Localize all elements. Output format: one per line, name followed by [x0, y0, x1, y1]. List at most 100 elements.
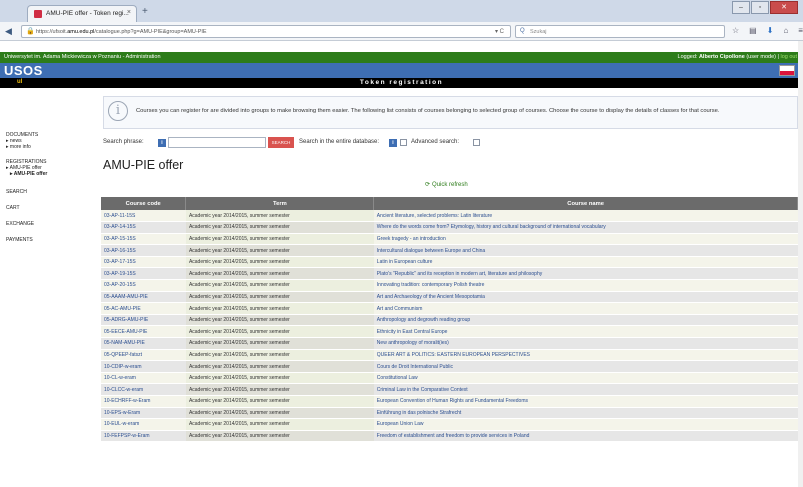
course-code-link[interactable]: 10-ECHRFF-w-Eram	[101, 395, 186, 408]
table-row[interactable]: 10-CL-w-eram Academic year 2014/2015, sum…	[101, 372, 798, 385]
entire-database-label: Search in the entire database:	[299, 139, 380, 145]
course-code-link[interactable]: 03-AP-15-15S	[101, 233, 186, 246]
course-name-link[interactable]: New anthropology of moralit(ies)	[373, 337, 798, 350]
table-row[interactable]: 03-AP-15-15S Academic year 2014/2015, sum…	[101, 233, 798, 246]
back-arrow-icon[interactable]: ◀	[5, 26, 12, 37]
table-row[interactable]: 03-AP-19-15S Academic year 2014/2015, sum…	[101, 267, 798, 281]
minimize-button[interactable]: –	[732, 1, 750, 14]
course-code-link[interactable]: 03-AP-16-15S	[101, 244, 186, 257]
course-name-link[interactable]: Cours de Droit International Public	[373, 360, 798, 373]
close-tab-icon[interactable]: ×	[127, 9, 131, 16]
course-name-link[interactable]: European Union Law	[373, 418, 798, 431]
browser-search-box[interactable]: Q Szukaj	[515, 25, 725, 38]
course-name-link[interactable]: Intercultural dialogue between Europe an…	[373, 244, 798, 257]
course-code-link[interactable]: 03-AP-14-15S	[101, 221, 186, 234]
course-name-link[interactable]: Art and Communism	[373, 302, 798, 315]
course-code-link[interactable]: 10-CL-w-eram	[101, 372, 186, 385]
table-row[interactable]: 10-FEFPSP-w-Eram Academic year 2014/2015,…	[101, 430, 798, 443]
search-button[interactable]: SEARCH	[268, 137, 294, 148]
help-icon[interactable]: i	[389, 139, 397, 147]
course-name-link[interactable]: Ethnicity in East Central Europe	[373, 325, 798, 339]
table-row[interactable]: 05-NAM-AMU-PIE Academic year 2014/2015, s…	[101, 337, 798, 350]
course-name-link[interactable]: Latin in European culture	[373, 256, 798, 269]
course-code-link[interactable]: 03-AP-11-15S	[101, 210, 186, 223]
table-row[interactable]: 10-CDIP-w-eram Academic year 2014/2015, s…	[101, 360, 798, 373]
sidebar-item-cart[interactable]: CART	[6, 205, 20, 211]
sidebar-item-more-info[interactable]: ▸ more info	[6, 144, 31, 150]
course-code-link[interactable]: 05-AC-AMU-PIE	[101, 302, 186, 315]
logout-link[interactable]: log out	[780, 54, 797, 60]
new-tab-button[interactable]: +	[142, 6, 148, 17]
info-icon: i	[108, 101, 128, 121]
course-code-link[interactable]: 10-EPS-w-Eram	[101, 407, 186, 420]
course-name-link[interactable]: European Convention of Human Rights and …	[373, 395, 798, 408]
table-row[interactable]: 05-QPEEP-fatszt Academic year 2014/2015, …	[101, 349, 798, 362]
course-code-link[interactable]: 03-AP-20-15S	[101, 279, 186, 292]
maximize-button[interactable]: ▫	[751, 1, 769, 14]
course-code-link[interactable]: 05-ADRG-AMU-PIE	[101, 314, 186, 327]
table-row[interactable]: 10-EPS-w-Eram Academic year 2014/2015, su…	[101, 407, 798, 420]
course-name-link[interactable]: Constitutional Law	[373, 372, 798, 385]
table-row[interactable]: 03-AP-17-15S Academic year 2014/2015, sum…	[101, 256, 798, 269]
sidebar-item-amu-pie-offer-active[interactable]: ▸ AMU-PIE offer	[10, 171, 47, 177]
course-name-link[interactable]: Criminal Law in the Comparative Context	[373, 383, 798, 396]
table-row[interactable]: 05-EECE-AMU-PIE Academic year 2014/2015, …	[101, 325, 798, 339]
course-code-link[interactable]: 10-EUL-w-eram	[101, 418, 186, 431]
tab-title: AMU-PIE offer - Token regi...	[46, 10, 129, 17]
course-code-link[interactable]: 10-CLCC-w-eram	[101, 383, 186, 396]
quick-refresh-link[interactable]: ⟳ Quick refresh	[425, 181, 468, 188]
close-window-button[interactable]: ✕	[770, 1, 798, 14]
course-name-link[interactable]: Plato's "Republic" and its reception in …	[373, 267, 798, 281]
table-row[interactable]: 05-AC-AMU-PIE Academic year 2014/2015, su…	[101, 302, 798, 315]
course-code-link[interactable]: 03-AP-17-15S	[101, 256, 186, 269]
course-code-link[interactable]: 10-FEFPSP-w-Eram	[101, 430, 186, 443]
column-header-term[interactable]: Term	[185, 197, 375, 210]
course-name-link[interactable]: Greek tragedy - an introduction	[373, 233, 798, 246]
term-cell: Academic year 2014/2015, summer semester	[185, 325, 374, 339]
column-header-course-name[interactable]: Course name	[373, 197, 798, 210]
sidebar-item-payments[interactable]: PAYMENTS	[6, 237, 33, 243]
table-row[interactable]: 10-CLCC-w-eram Academic year 2014/2015, s…	[101, 383, 798, 396]
home-icon[interactable]: ⌂	[783, 26, 788, 35]
bookmark-star-icon[interactable]: ☆	[732, 26, 739, 35]
menu-icon[interactable]: ≡	[798, 26, 803, 35]
course-name-link[interactable]: QUEER ART & POLITICS: EASTERN EUROPEAN P…	[373, 349, 798, 362]
course-code-link[interactable]: 10-CDIP-w-eram	[101, 360, 186, 373]
course-name-link[interactable]: Ancient literature, selected problems: L…	[373, 210, 798, 223]
bookmarks-list-icon[interactable]: ▤	[749, 26, 757, 35]
polish-flag-icon[interactable]	[779, 65, 795, 76]
course-code-link[interactable]: 03-AP-19-15S	[101, 267, 186, 281]
course-code-link[interactable]: 05-NAM-AMU-PIE	[101, 337, 186, 350]
table-row[interactable]: 10-EUL-w-eram Academic year 2014/2015, su…	[101, 418, 798, 431]
table-row[interactable]: 03-AP-14-15S Academic year 2014/2015, sum…	[101, 221, 798, 234]
column-header-course-code[interactable]: Course code	[101, 197, 187, 210]
help-icon[interactable]: i	[158, 139, 166, 147]
course-code-link[interactable]: 05-EECE-AMU-PIE	[101, 325, 186, 339]
course-name-link[interactable]: Innovating tradition: contemporary Polis…	[373, 279, 798, 292]
course-name-link[interactable]: Einführung in das polnische Strafrecht	[373, 407, 798, 420]
table-row[interactable]: 03-AP-16-15S Academic year 2014/2015, sum…	[101, 244, 798, 257]
course-code-link[interactable]: 05-AAAM-AMU-PIE	[101, 291, 186, 304]
table-row[interactable]: 05-AAAM-AMU-PIE Academic year 2014/2015, …	[101, 291, 798, 304]
table-row[interactable]: 03-AP-20-15S Academic year 2014/2015, sum…	[101, 279, 798, 292]
term-cell: Academic year 2014/2015, summer semester	[185, 221, 374, 234]
download-icon[interactable]: ⬇	[767, 26, 774, 35]
course-name-link[interactable]: Anthropology and degrowth reading group	[373, 314, 798, 327]
table-row[interactable]: 10-ECHRFF-w-Eram Academic year 2014/2015,…	[101, 395, 798, 408]
browser-tab[interactable]: AMU-PIE offer - Token regi... ×	[27, 5, 137, 22]
entire-database-checkbox[interactable]	[400, 139, 407, 146]
table-row[interactable]: 05-ADRG-AMU-PIE Academic year 2014/2015, …	[101, 314, 798, 327]
table-row[interactable]: 03-AP-11-15S Academic year 2014/2015, sum…	[101, 210, 798, 223]
course-name-link[interactable]: Art and Archaeology of the Ancient Mesop…	[373, 291, 798, 304]
usos-logo[interactable]: USOS	[4, 63, 43, 78]
advanced-search-checkbox[interactable]	[473, 139, 480, 146]
vertical-scrollbar[interactable]	[798, 41, 803, 487]
search-phrase-input[interactable]	[168, 137, 266, 148]
course-code-link[interactable]: 05-QPEEP-fatszt	[101, 349, 186, 362]
address-bar[interactable]: 🔒 https://ufsoit.amu.edu.pl/catalogue.ph…	[21, 25, 511, 38]
sidebar-item-exchange[interactable]: EXCHANGE	[6, 221, 34, 227]
sidebar-item-search[interactable]: SEARCH	[6, 189, 27, 195]
course-name-link[interactable]: Where do the words come from? Etymology,…	[373, 221, 798, 234]
reload-icon[interactable]: ▾ C	[495, 28, 504, 35]
course-name-link[interactable]: Freedom of establishment and freedom to …	[373, 430, 798, 443]
